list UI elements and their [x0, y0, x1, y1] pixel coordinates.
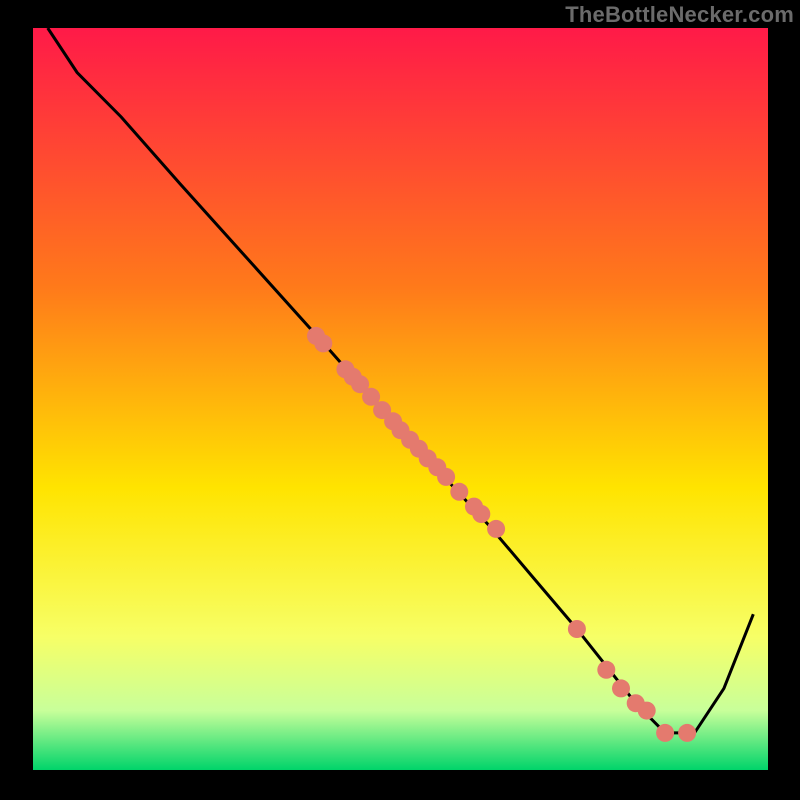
data-point — [612, 679, 630, 697]
data-point — [472, 505, 490, 523]
data-point — [568, 620, 586, 638]
data-point — [638, 702, 656, 720]
heatmap-plot — [0, 0, 800, 800]
data-point — [597, 661, 615, 679]
gradient-background — [33, 28, 768, 770]
data-point — [678, 724, 696, 742]
data-point — [487, 520, 505, 538]
data-point — [656, 724, 674, 742]
data-point — [450, 483, 468, 501]
chart-stage: TheBottleNecker.com — [0, 0, 800, 800]
data-point — [314, 334, 332, 352]
data-point — [437, 468, 455, 486]
